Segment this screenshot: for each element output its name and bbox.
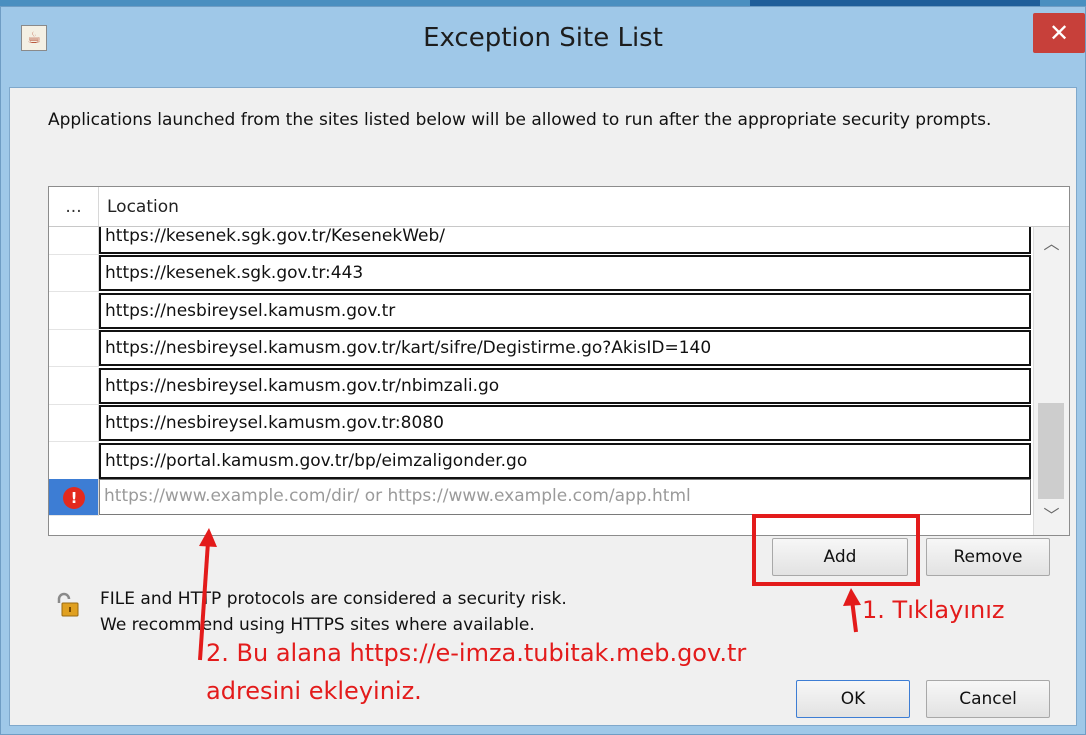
new-entry-row[interactable]: ! https://www.example.com/dir/ or https:… — [49, 479, 1033, 517]
table-row[interactable]: https://nesbireysel.kamusm.gov.tr/nbimza… — [49, 368, 1033, 406]
table-row[interactable]: https://kesenek.sgk.gov.tr/KesenekWeb/ — [49, 227, 1033, 256]
description-text: Applications launched from the sites lis… — [48, 110, 992, 130]
row-location-cell[interactable]: https://nesbireysel.kamusm.gov.tr/nbimza… — [99, 368, 1031, 404]
row-index-cell — [49, 227, 99, 255]
table-row[interactable]: https://nesbireysel.kamusm.gov.tr — [49, 293, 1033, 331]
remove-button[interactable]: Remove — [926, 538, 1050, 576]
scrollbar-thumb[interactable] — [1038, 403, 1064, 499]
site-table[interactable]: ... Location https://kesenek.sgk.gov.tr/… — [48, 186, 1070, 536]
error-icon: ! — [63, 487, 85, 509]
annotation-step-2-line-2: adresini ekleyiniz. — [206, 677, 422, 705]
row-index-cell — [49, 293, 99, 330]
ok-button[interactable]: OK — [796, 680, 910, 718]
row-location-cell[interactable]: https://kesenek.sgk.gov.tr:443 — [99, 255, 1031, 291]
close-button[interactable]: ✕ — [1033, 13, 1085, 53]
table-row[interactable]: https://nesbireysel.kamusm.gov.tr/kart/s… — [49, 330, 1033, 368]
table-rows: https://kesenek.sgk.gov.tr/KesenekWeb/ h… — [49, 227, 1033, 535]
row-location-cell[interactable]: https://portal.kamusm.gov.tr/bp/eimzalig… — [99, 443, 1031, 479]
row-location-cell[interactable]: https://nesbireysel.kamusm.gov.tr — [99, 293, 1031, 329]
window-title: Exception Site List — [423, 23, 663, 53]
cancel-button[interactable]: Cancel — [926, 680, 1050, 718]
unlocked-padlock-icon — [54, 592, 80, 618]
vertical-scrollbar[interactable]: ︿ ﹀ — [1033, 227, 1069, 535]
dialog-body: Applications launched from the sites lis… — [9, 87, 1077, 726]
row-location-cell[interactable]: https://nesbireysel.kamusm.gov.tr:8080 — [99, 405, 1031, 441]
row-location-cell[interactable]: https://kesenek.sgk.gov.tr/KesenekWeb/ — [99, 227, 1031, 254]
header-index-column[interactable]: ... — [49, 187, 99, 226]
annotation-step-1: 1. Tıklayınız — [862, 596, 1005, 624]
row-index-cell-selected: ! — [49, 479, 99, 516]
row-index-cell — [49, 255, 99, 292]
table-row[interactable]: https://portal.kamusm.gov.tr/bp/eimzalig… — [49, 443, 1033, 481]
scroll-down-arrow-icon[interactable]: ﹀ — [1034, 499, 1069, 533]
warning-line-1: FILE and HTTP protocols are considered a… — [100, 589, 567, 609]
row-index-cell — [49, 405, 99, 442]
header-location-column[interactable]: Location — [107, 187, 179, 226]
exception-site-list-dialog: ☕ Exception Site List ✕ Applications lau… — [0, 6, 1086, 735]
annotation-step-2: 2. Bu alana https://e-imza.tubitak.meb.g… — [206, 634, 746, 710]
scroll-up-arrow-icon[interactable]: ︿ — [1034, 227, 1069, 261]
title-bar[interactable]: ☕ Exception Site List ✕ — [1, 7, 1085, 75]
row-index-cell — [49, 368, 99, 405]
row-index-cell — [49, 443, 99, 480]
add-highlight-box — [752, 514, 920, 586]
new-location-input[interactable]: https://www.example.com/dir/ or https://… — [99, 479, 1031, 515]
table-row[interactable]: https://kesenek.sgk.gov.tr:443 — [49, 255, 1033, 293]
security-warning-text: FILE and HTTP protocols are considered a… — [100, 586, 700, 638]
annotation-step-2-line-1: 2. Bu alana https://e-imza.tubitak.meb.g… — [206, 639, 747, 667]
row-location-cell[interactable]: https://nesbireysel.kamusm.gov.tr/kart/s… — [99, 330, 1031, 366]
row-index-cell — [49, 330, 99, 367]
table-header: ... Location — [49, 187, 1069, 227]
table-row[interactable]: https://nesbireysel.kamusm.gov.tr:8080 — [49, 405, 1033, 443]
